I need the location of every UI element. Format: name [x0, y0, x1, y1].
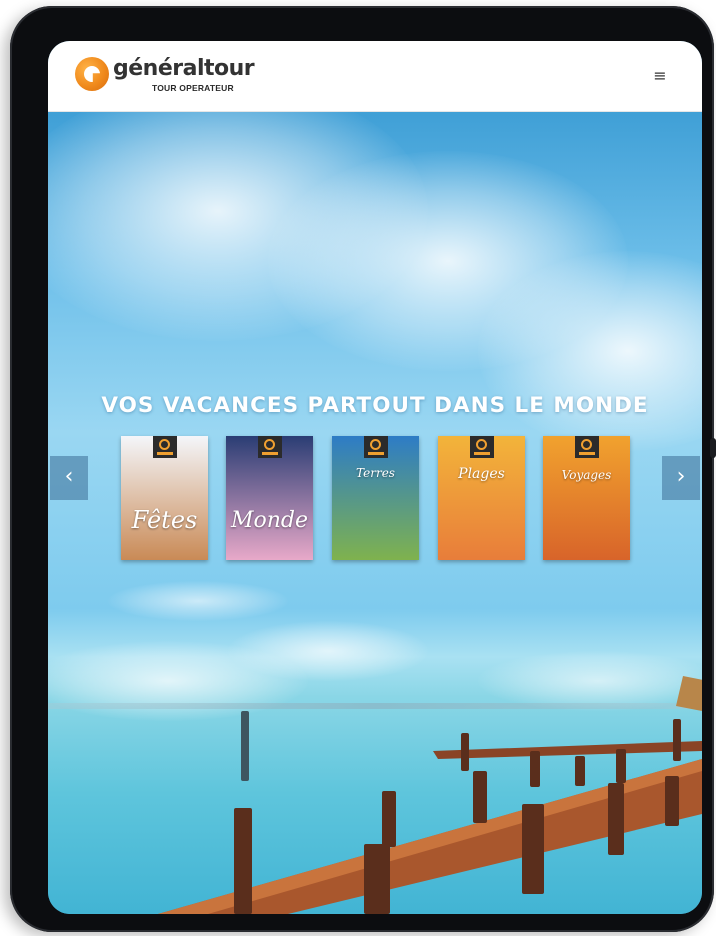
pier-post [461, 733, 469, 771]
catalog-card[interactable]: Terres [332, 436, 419, 560]
pier-post [522, 804, 544, 894]
logo-tagline: TOUR OPERATEUR [152, 83, 234, 93]
brand-badge-icon [575, 436, 599, 458]
carousel-next-button[interactable]: › [662, 456, 700, 500]
catalog-title: Fêtes [131, 506, 198, 534]
catalog-card[interactable]: Voyages [543, 436, 630, 560]
hero-banner: VOS VACANCES PARTOUT DANS LE MONDE ‹ › F… [48, 81, 702, 914]
catalog-card[interactable]: Plages [438, 436, 525, 560]
carousel-prev-button[interactable]: ‹ [50, 456, 88, 500]
catalog-title: Plages [458, 466, 505, 482]
hamburger-menu-icon[interactable]: ≡ [646, 63, 674, 89]
pier-post [364, 844, 390, 914]
logo-mark-icon [75, 57, 109, 91]
catalog-title: Terres [356, 466, 395, 480]
hero-title: VOS VACANCES PARTOUT DANS LE MONDE [101, 393, 649, 419]
logo[interactable]: généraltour TOUR OPERATEUR [75, 55, 275, 95]
site-header: généraltour TOUR OPERATEUR ≡ [48, 41, 702, 112]
screen: généraltour TOUR OPERATEUR ≡ VOS VACANCE… [48, 41, 702, 914]
pier-post [234, 808, 252, 914]
pier-post [241, 711, 249, 781]
tablet-frame: généraltour TOUR OPERATEUR ≡ VOS VACANCE… [10, 6, 716, 932]
pier-post [673, 719, 681, 761]
pier-post [665, 776, 679, 826]
catalog-card[interactable]: Monde [226, 436, 313, 560]
pier-post [530, 751, 540, 787]
brand-badge-icon [470, 436, 494, 458]
pier-post [382, 791, 396, 847]
brand-badge-icon [258, 436, 282, 458]
pier-post [575, 756, 585, 786]
catalog-card[interactable]: Fêtes [121, 436, 208, 560]
catalog-title: Monde [230, 508, 309, 533]
brand-badge-icon [153, 436, 177, 458]
logo-name: généraltour [113, 56, 255, 81]
brand-badge-icon [364, 436, 388, 458]
catalog-title: Voyages [561, 468, 612, 482]
pier-post [608, 783, 624, 855]
side-button [710, 438, 716, 458]
pier-post [473, 771, 487, 823]
pier-post [616, 749, 626, 783]
